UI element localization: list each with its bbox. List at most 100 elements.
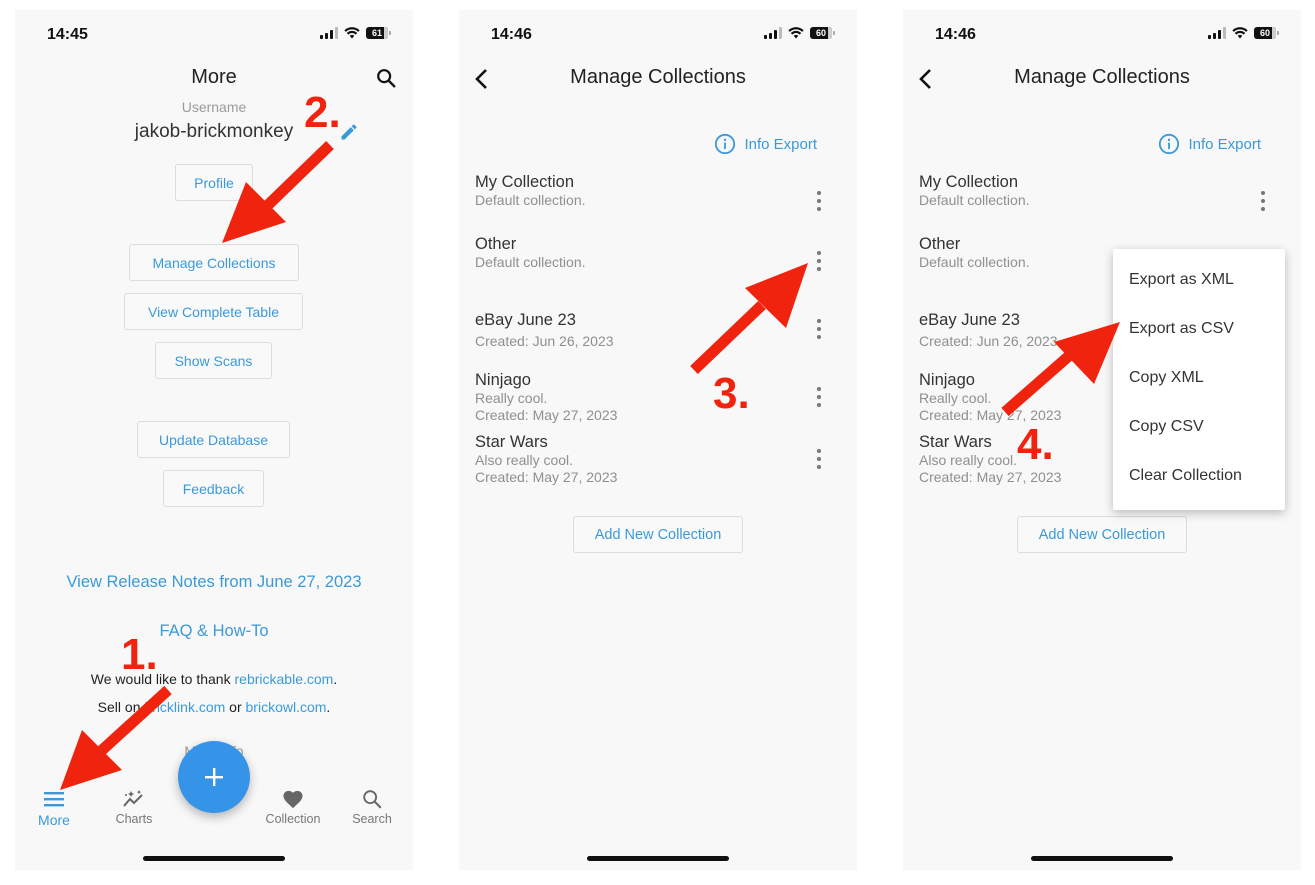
battery-icon: 60 — [1254, 27, 1279, 39]
pencil-icon[interactable] — [339, 122, 359, 142]
screen-more: 14:45 61 More Username jakob-brickmonkey… — [15, 10, 413, 870]
more-vert-icon[interactable] — [1259, 191, 1267, 211]
collection-item[interactable]: eBay June 23 Created: Jun 26, 2023 — [475, 310, 833, 350]
bricklink-link[interactable]: bricklink.com — [144, 699, 225, 715]
wifi-icon — [788, 27, 804, 39]
sell-suffix: . — [326, 699, 331, 715]
release-notes-link[interactable]: View Release Notes from June 27, 2023 — [15, 573, 413, 592]
view-complete-table-button[interactable]: View Complete Table — [124, 293, 303, 330]
status-time: 14:45 — [47, 26, 88, 43]
annotation-step-1: 1. — [121, 630, 158, 679]
annotation-step-2: 2. — [304, 88, 341, 137]
wifi-icon — [344, 27, 360, 39]
page-title: More — [191, 66, 237, 88]
menu-item-copy-csv[interactable]: Copy CSV — [1129, 418, 1204, 436]
thanks-text: We would like to thank rebrickable.com. — [15, 671, 413, 687]
rebrickable-link[interactable]: rebrickable.com — [235, 671, 334, 687]
collection-description: Default collection. — [475, 192, 586, 208]
info-export-label: Info Export — [1188, 135, 1261, 153]
battery-icon: 61 — [366, 27, 391, 39]
search-icon — [363, 790, 382, 809]
username-label: Username — [181, 99, 247, 115]
more-vert-icon[interactable] — [815, 319, 823, 339]
collection-description: Default collection. — [919, 192, 1030, 208]
collection-item[interactable]: My Collection Default collection. — [919, 172, 1277, 211]
status-bar: 14:45 61 — [15, 10, 413, 60]
add-new-collection-button[interactable]: Add New Collection — [1017, 516, 1187, 553]
annotation-step-4: 4. — [1017, 420, 1054, 469]
menu-item-copy-xml[interactable]: Copy XML — [1129, 369, 1204, 387]
collection-name: My Collection — [919, 173, 1019, 191]
menu-item-export-xml[interactable]: Export as XML — [1129, 271, 1234, 289]
add-fab-button[interactable] — [178, 741, 250, 813]
thanks-suffix: . — [333, 671, 338, 687]
info-export-button[interactable]: Info Export — [714, 133, 817, 155]
info-icon — [1159, 133, 1180, 155]
profile-button[interactable]: Profile — [175, 164, 253, 201]
collection-created: Created: May 27, 2023 — [475, 469, 618, 485]
collection-name: My Collection — [475, 173, 575, 191]
update-database-button[interactable]: Update Database — [137, 421, 290, 458]
battery-level: 60 — [1254, 27, 1276, 39]
more-vert-icon[interactable] — [815, 251, 823, 271]
collection-name: Other — [475, 235, 517, 253]
battery-icon: 60 — [810, 27, 835, 39]
menu-item-export-csv[interactable]: Export as CSV — [1129, 320, 1234, 338]
collection-context-menu: Export as XML Export as CSV Copy XML Cop… — [1113, 249, 1285, 510]
collection-name: eBay June 23 — [475, 311, 576, 329]
faq-link[interactable]: FAQ & How-To — [15, 622, 413, 641]
plus-icon — [205, 768, 223, 786]
status-icons: 60 — [764, 27, 835, 39]
show-scans-button[interactable]: Show Scans — [155, 342, 272, 379]
collection-item[interactable]: Star Wars Also really cool. Created: May… — [475, 432, 833, 486]
sell-mid: or — [225, 699, 246, 715]
nav-item-charts[interactable]: Charts — [99, 788, 169, 826]
status-icons: 60 — [1208, 27, 1279, 39]
nav-label: Search — [352, 812, 392, 826]
thanks-prefix: We would like to thank — [90, 671, 235, 687]
status-bar: 14:46 60 — [903, 10, 1301, 60]
status-bar: 14:46 60 — [459, 10, 857, 60]
search-icon[interactable] — [375, 67, 397, 89]
more-vert-icon[interactable] — [815, 387, 823, 407]
manage-collections-button[interactable]: Manage Collections — [129, 244, 299, 281]
sparkle-chart-icon — [123, 790, 143, 807]
info-export-button[interactable]: Info Export — [1158, 133, 1261, 155]
home-indicator — [587, 856, 729, 861]
collection-created: Created: Jun 26, 2023 — [475, 333, 614, 349]
screen-manage-collections: 14:46 60 Manage Collections Info Export … — [459, 10, 857, 870]
more-vert-icon[interactable] — [815, 191, 823, 211]
sell-prefix: Sell on — [97, 699, 145, 715]
nav-label: More — [38, 812, 70, 828]
menu-item-clear-collection[interactable]: Clear Collection — [1129, 467, 1242, 485]
collection-description: Also really cool. — [475, 452, 574, 468]
feedback-button[interactable]: Feedback — [163, 470, 264, 507]
cellular-signal-icon — [764, 27, 782, 39]
wifi-icon — [1232, 27, 1248, 39]
cellular-signal-icon — [1208, 27, 1226, 39]
home-indicator — [1031, 856, 1173, 861]
collection-item[interactable]: Other Default collection. — [475, 234, 833, 271]
sell-text: Sell on bricklink.com or brickowl.com. — [15, 699, 413, 715]
nav-item-more[interactable]: More — [19, 788, 89, 828]
add-new-collection-button[interactable]: Add New Collection — [573, 516, 743, 553]
collection-created: Created: May 27, 2023 — [475, 407, 618, 423]
collection-name: Star Wars — [475, 433, 548, 451]
brickowl-link[interactable]: brickowl.com — [246, 699, 327, 715]
info-export-label: Info Export — [744, 135, 817, 153]
nav-item-search[interactable]: Search — [337, 788, 407, 826]
home-indicator — [143, 856, 285, 861]
collection-item[interactable]: My Collection Default collection. — [475, 172, 833, 211]
cellular-signal-icon — [320, 27, 338, 39]
status-time: 14:46 — [935, 26, 976, 43]
collection-item[interactable]: Ninjago Really cool. Created: May 27, 20… — [475, 370, 833, 424]
nav-item-collection[interactable]: Collection — [258, 788, 328, 826]
more-vert-icon[interactable] — [815, 449, 823, 469]
info-icon — [715, 133, 736, 155]
collection-name: Ninjago — [475, 371, 531, 389]
battery-level: 60 — [810, 27, 832, 39]
annotation-step-3: 3. — [713, 369, 750, 418]
battery-level: 61 — [366, 27, 388, 39]
nav-label: Charts — [115, 812, 153, 826]
status-icons: 61 — [320, 27, 391, 39]
